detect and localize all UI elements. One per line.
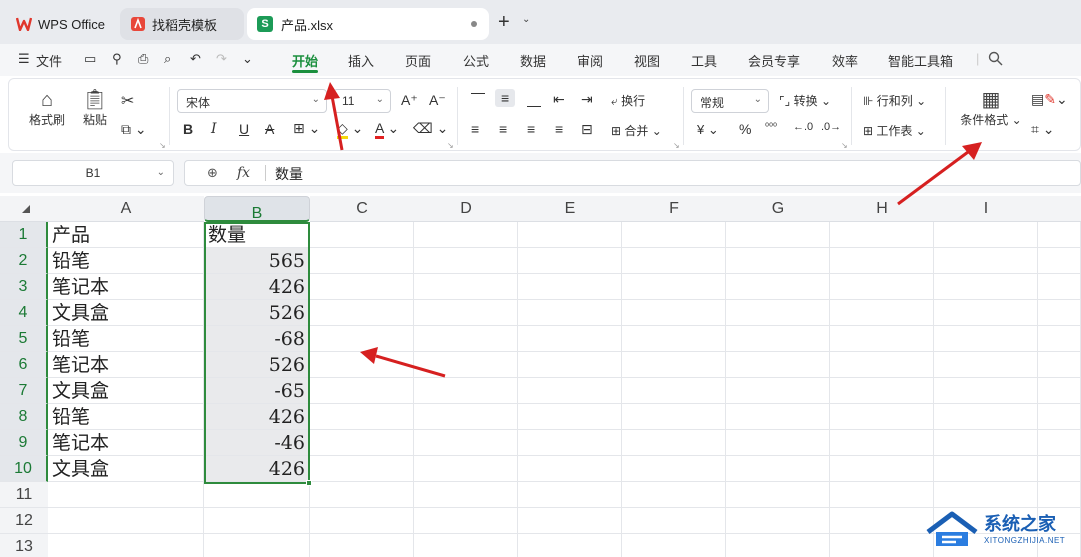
house-logo-icon xyxy=(926,511,978,546)
wps-window: WPS Office 找稻壳模板 S 产品.xlsx + ⌄ ☰ 文件 ▭ ⚲ … xyxy=(0,0,1081,557)
annotation-arrows xyxy=(324,82,982,378)
arrow-to-home-tab xyxy=(324,82,344,151)
arrow-to-conditional-format xyxy=(897,142,982,206)
watermark-brand: 系统之家 xyxy=(984,514,1056,534)
watermark: 系统之家 XITONGZHIJIA.NET xyxy=(924,506,1074,554)
arrow-to-selection xyxy=(360,347,446,378)
watermark-domain: XITONGZHIJIA.NET xyxy=(984,536,1066,545)
